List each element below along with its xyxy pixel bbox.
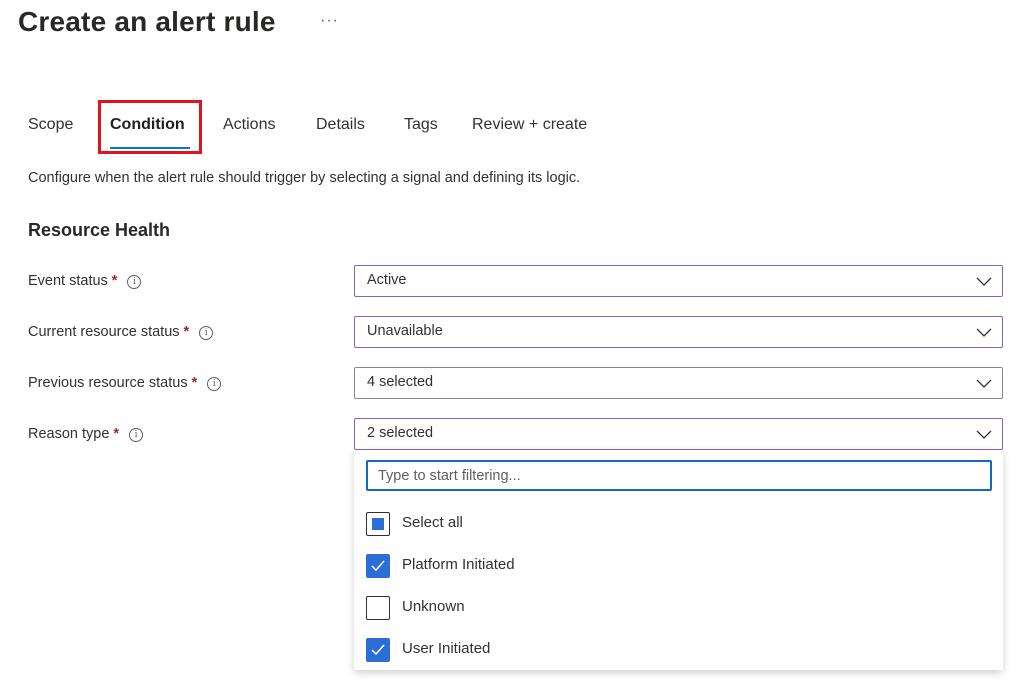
chevron-down-icon (976, 430, 992, 439)
option-label: Platform Initiated (402, 556, 515, 573)
dropdown-value: 2 selected (367, 425, 434, 441)
reason-type-options-panel: Select all Platform Initiated Unknown Us… (354, 450, 1003, 670)
required-marker: * (183, 324, 190, 340)
filter-input[interactable] (366, 460, 992, 491)
previous-resource-status-label: Previous resource status * i (28, 375, 222, 391)
field-label-text: Reason type (28, 426, 110, 442)
more-options-icon[interactable]: ··· (320, 12, 339, 30)
chevron-down-icon (976, 277, 992, 286)
info-icon[interactable]: i (127, 275, 142, 289)
unknown-checkbox[interactable] (366, 596, 390, 620)
option-select-all[interactable]: Select all (366, 512, 666, 540)
field-label-text: Event status (28, 273, 108, 289)
partial-check-indicator (372, 518, 384, 530)
check-icon (371, 644, 385, 656)
info-icon[interactable]: i (129, 428, 144, 442)
event-status-label: Event status * i (28, 273, 142, 289)
dropdown-value: Active (367, 272, 407, 288)
required-marker: * (191, 375, 198, 391)
condition-description: Configure when the alert rule should tri… (28, 170, 581, 186)
check-icon (371, 560, 385, 572)
reason-type-label: Reason type * i (28, 426, 144, 442)
info-icon[interactable]: i (207, 377, 222, 391)
page-title: Create an alert rule (18, 6, 276, 37)
tab-details[interactable]: Details (316, 116, 365, 134)
event-status-dropdown[interactable]: Active (354, 265, 1003, 297)
platform-initiated-checkbox[interactable] (366, 554, 390, 578)
option-platform-initiated[interactable]: Platform Initiated (366, 554, 666, 582)
dropdown-value: 4 selected (367, 374, 434, 390)
chevron-down-icon (976, 379, 992, 388)
info-icon[interactable]: i (199, 326, 214, 340)
field-label-text: Previous resource status (28, 375, 188, 391)
current-resource-status-dropdown[interactable]: Unavailable (354, 316, 1003, 348)
previous-resource-status-dropdown[interactable]: 4 selected (354, 367, 1003, 399)
option-label: Select all (402, 514, 463, 531)
option-unknown[interactable]: Unknown (366, 596, 666, 624)
tab-tags[interactable]: Tags (404, 116, 438, 134)
user-initiated-checkbox[interactable] (366, 638, 390, 662)
chevron-down-icon (976, 328, 992, 337)
required-marker: * (111, 273, 118, 289)
tab-actions[interactable]: Actions (223, 116, 275, 134)
option-label: Unknown (402, 598, 465, 615)
required-marker: * (113, 426, 120, 442)
tab-scope[interactable]: Scope (28, 116, 73, 134)
current-resource-status-label: Current resource status * i (28, 324, 214, 340)
option-label: User Initiated (402, 640, 491, 657)
dropdown-value: Unavailable (367, 323, 443, 339)
tab-review-create[interactable]: Review + create (472, 116, 587, 134)
option-user-initiated[interactable]: User Initiated (366, 638, 666, 666)
select-all-checkbox[interactable] (366, 512, 390, 536)
tab-highlight-box (98, 100, 202, 154)
reason-type-dropdown[interactable]: 2 selected (354, 418, 1003, 450)
field-label-text: Current resource status (28, 324, 180, 340)
section-title: Resource Health (28, 220, 171, 240)
